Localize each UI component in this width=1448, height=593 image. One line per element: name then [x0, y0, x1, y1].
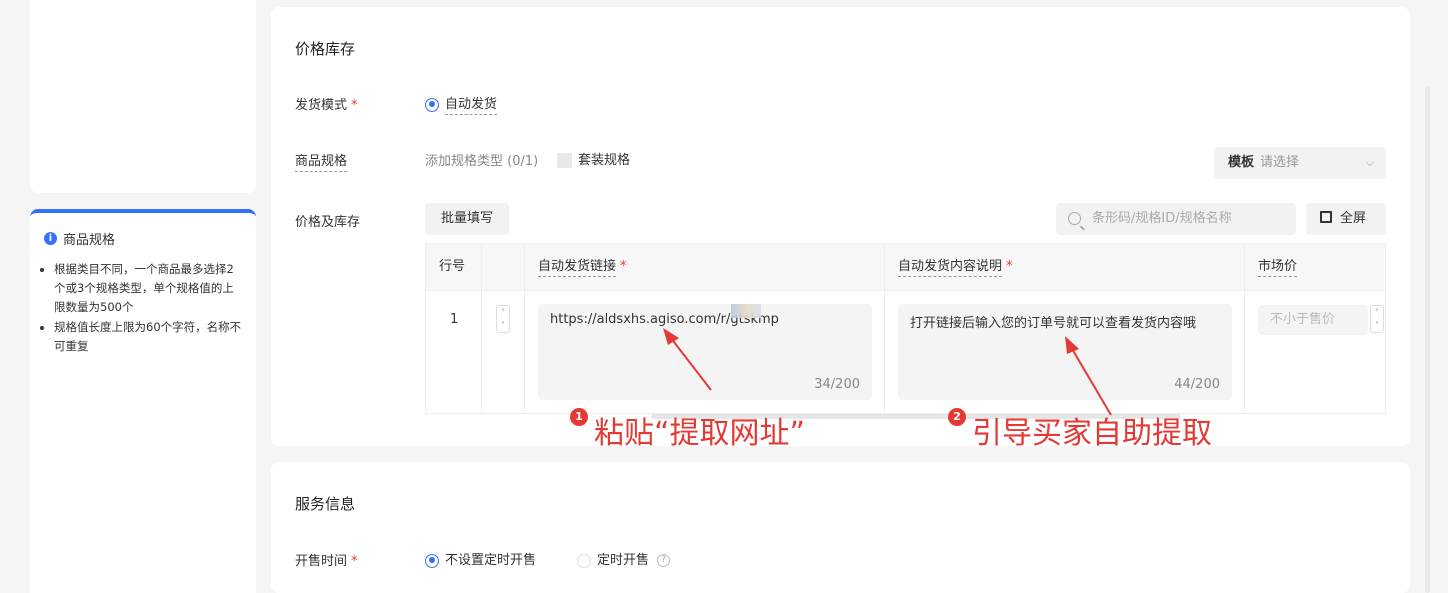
annotation-2: 2 引导买家自助提取 — [948, 408, 1212, 454]
service-info-card: 服务信息 开售时间 * 不设置定时开售 定时开售 ? — [271, 462, 1410, 593]
arrow-1-line — [666, 332, 712, 391]
annotation-badge: 2 — [948, 408, 966, 426]
section-title: 服务信息 — [295, 495, 356, 513]
radio-checked-icon — [425, 553, 439, 568]
radio-unchecked-icon — [577, 553, 591, 568]
arrow-2-head — [1065, 336, 1079, 354]
annotation-badge: 1 — [570, 408, 588, 426]
sale-time-label: 开售时间 * — [295, 554, 358, 569]
help-icon[interactable]: ? — [657, 554, 671, 567]
sale-time-scheduled-radio[interactable]: 定时开售 ? — [577, 549, 671, 568]
annotation-text: 引导买家自助提取 — [972, 416, 1212, 451]
page-scrollbar[interactable] — [1425, 86, 1430, 593]
annotation-text: 粘贴“提取网址” — [594, 416, 806, 451]
arrow-2-line — [1067, 341, 1112, 416]
sale-time-none-radio[interactable]: 不设置定时开售 — [425, 549, 536, 568]
arrow-1-head — [663, 328, 679, 345]
annotation-1: 1 粘贴“提取网址” — [570, 408, 805, 454]
